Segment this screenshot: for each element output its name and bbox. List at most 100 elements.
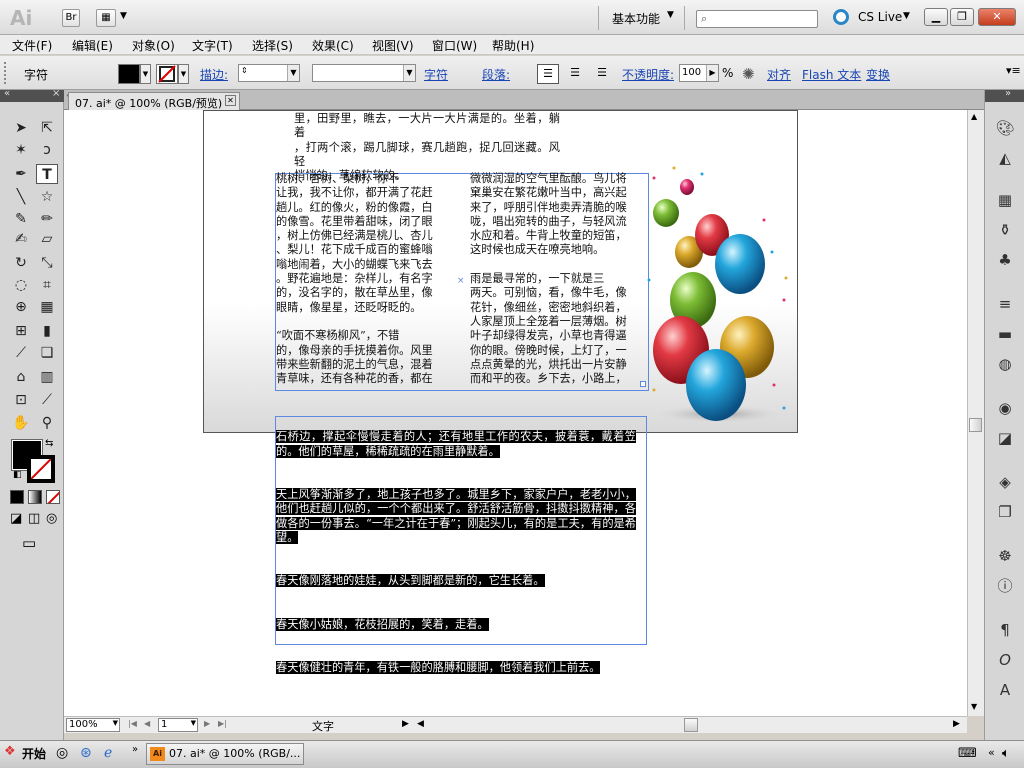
status-menu-arrow-icon[interactable]: ▶ — [402, 719, 409, 729]
stroke-swatch[interactable] — [27, 455, 55, 483]
scroll-up-icon[interactable]: ▲ — [971, 112, 977, 121]
panel-dock-header[interactable]: » — [985, 88, 1024, 102]
grip-handle[interactable] — [4, 62, 10, 84]
text-column-2[interactable]: 微微润湿的空气里酝酿。鸟儿将 窠巢安在繁花嫩叶当中，高兴起 来了，呼朋引伴地卖弄… — [470, 172, 640, 386]
transform-panel-link[interactable]: 变换 — [866, 66, 890, 83]
chevron-right-icon[interactable]: ▶ — [706, 65, 718, 81]
blend-tool-icon[interactable]: ❏ — [36, 343, 58, 363]
eyedropper-tool-icon[interactable]: ⟋ — [10, 343, 32, 363]
horizontal-scroll-thumb[interactable] — [684, 718, 698, 732]
chevron-down-icon[interactable]: ▼ — [140, 64, 151, 84]
chevron-down-icon[interactable]: ▼ — [287, 65, 299, 81]
document-tab[interactable]: 07. ai* @ 100% (RGB/预览) ✕ — [68, 92, 240, 110]
swatches-panel-icon[interactable]: ▦ — [994, 190, 1016, 210]
chevron-down-icon[interactable]: ▼ — [903, 11, 910, 21]
appearance-panel-icon[interactable]: ◉ — [994, 398, 1016, 418]
help-search-input[interactable]: ⌕ — [696, 10, 818, 28]
color-mode-button[interactable] — [10, 490, 24, 504]
cs-live-icon[interactable] — [833, 9, 849, 25]
vertical-scroll-thumb[interactable] — [969, 418, 982, 432]
scroll-left-icon[interactable]: ◀ — [417, 719, 424, 729]
pen-tool-icon[interactable]: ✒ — [10, 164, 32, 184]
magic-wand-tool-icon[interactable]: ✶ — [10, 140, 32, 160]
align-left-button[interactable]: ☰ — [537, 64, 559, 84]
chevron-down-icon[interactable]: ▼ — [403, 65, 415, 81]
collapse-icon[interactable]: « — [4, 88, 10, 99]
menu-help[interactable]: 帮助(H) — [492, 37, 534, 54]
minimize-button[interactable]: ▁ — [924, 8, 948, 26]
draw-normal-icon[interactable]: ◪ — [10, 511, 22, 526]
stroke-link[interactable]: 描边: — [200, 66, 228, 83]
opacity-input[interactable]: 100 ▶ — [679, 64, 719, 82]
swap-fill-stroke-icon[interactable]: ⇆ — [45, 438, 53, 449]
stroke-panel-icon[interactable]: ≡ — [994, 294, 1016, 314]
warp-tool-icon[interactable]: ◌ — [10, 275, 32, 295]
menu-file[interactable]: 文件(F) — [12, 37, 52, 54]
artboard-number-dropdown[interactable]: 1 ▼ — [158, 718, 198, 732]
blob-brush-tool-icon[interactable]: ✍ — [10, 229, 32, 249]
artboards-panel-icon[interactable]: ❐ — [994, 502, 1016, 522]
menu-window[interactable]: 窗口(W) — [432, 37, 477, 54]
cs-live-menu[interactable]: CS Live — [858, 10, 902, 24]
navigator-panel-icon[interactable]: ☸ — [994, 546, 1016, 566]
symbols-panel-icon[interactable]: ♣ — [994, 250, 1016, 270]
stroke-weight-dropdown[interactable]: ⇕ ▼ — [238, 64, 300, 82]
tools-panel-header[interactable]: « × — [0, 88, 64, 102]
previous-artboard-icon[interactable]: ◀ — [144, 719, 150, 728]
scroll-down-icon[interactable]: ▼ — [971, 702, 977, 711]
opentype-panel-icon[interactable]: O — [994, 650, 1016, 670]
brushes-panel-icon[interactable]: ⚱ — [994, 220, 1016, 240]
volume-icon[interactable]: 🔈︎ — [1002, 746, 1010, 761]
workspace-switcher[interactable]: 基本功能 — [612, 10, 660, 27]
color-guide-icon[interactable]: ◭ — [994, 148, 1016, 168]
arrange-documents-icon[interactable]: ▦ — [96, 9, 116, 27]
paintbrush-tool-icon[interactable]: ✎ — [10, 209, 32, 229]
internet-explorer-icon[interactable]: ℯ — [104, 745, 112, 761]
chrome-icon[interactable]: ◎ — [56, 745, 68, 761]
vertical-scrollbar[interactable]: ▲ ▼ — [967, 110, 984, 716]
menu-effect[interactable]: 效果(C) — [312, 37, 354, 54]
recolor-artwork-icon[interactable]: ✺ — [742, 65, 755, 83]
transparency-panel-icon[interactable]: ◍ — [994, 354, 1016, 374]
gradient-panel-icon[interactable]: ▬ — [994, 324, 1016, 344]
draw-inside-icon[interactable]: ◎ — [46, 511, 57, 526]
color-panel-icon[interactable]: 🎨︎ — [994, 118, 1016, 138]
taskbar-illustrator-item[interactable]: Ai 07. ai* @ 100% (RGB/... — [146, 743, 304, 765]
layers-panel-icon[interactable]: ◈ — [994, 472, 1016, 492]
symbol-sprayer-tool-icon[interactable]: ⌂ — [10, 367, 32, 387]
browser-icon[interactable]: ⊛ — [80, 745, 92, 761]
more-icon[interactable]: » — [132, 744, 138, 755]
status-tool-label[interactable]: 文字 — [312, 718, 334, 734]
gradient-mode-button[interactable] — [28, 490, 42, 504]
graphic-styles-panel-icon[interactable]: ◪ — [994, 428, 1016, 448]
perspective-grid-tool-icon[interactable]: ▦ — [36, 297, 58, 317]
mesh-tool-icon[interactable]: ⊞ — [10, 321, 32, 341]
close-icon[interactable]: × — [52, 88, 60, 99]
tray-expand-icon[interactable]: « — [988, 746, 995, 759]
character-panel-icon[interactable]: A — [994, 680, 1016, 700]
opacity-link[interactable]: 不透明度: — [622, 66, 674, 83]
line-tool-icon[interactable]: ╲ — [10, 187, 32, 207]
artboard-tool-icon[interactable]: ⊡ — [10, 390, 32, 410]
menu-select[interactable]: 选择(S) — [252, 37, 293, 54]
hand-tool-icon[interactable]: ✋ — [10, 413, 32, 433]
chevron-down-icon[interactable]: ▼ — [113, 719, 118, 727]
character-panel-link[interactable]: 字符 — [424, 66, 448, 83]
pencil-tool-icon[interactable]: ✏ — [36, 209, 58, 229]
eraser-tool-icon[interactable]: ▱ — [36, 229, 58, 249]
slice-tool-icon[interactable]: ⟋ — [36, 390, 58, 410]
align-center-button[interactable]: ☰ — [564, 64, 586, 84]
scale-tool-icon[interactable]: ⤡ — [36, 253, 58, 273]
chevron-down-icon[interactable]: ▼ — [178, 64, 189, 84]
rotate-tool-icon[interactable]: ↻ — [10, 253, 32, 273]
direct-selection-tool-icon[interactable]: ⇱ — [36, 118, 58, 138]
paragraph-panel-icon[interactable]: ¶ — [994, 620, 1016, 640]
chevron-down-icon[interactable]: ▼ — [667, 10, 674, 20]
last-artboard-icon[interactable]: ▶| — [218, 719, 227, 728]
info-panel-icon[interactable]: ⓘ — [994, 576, 1016, 596]
control-panel-menu-icon[interactable]: ▾≡ — [1006, 64, 1021, 77]
close-button[interactable]: ✕ — [978, 8, 1016, 26]
stroke-color-swatch[interactable] — [156, 64, 178, 84]
lasso-tool-icon[interactable]: ↄ — [36, 140, 58, 160]
star-tool-icon[interactable]: ☆ — [36, 187, 58, 207]
